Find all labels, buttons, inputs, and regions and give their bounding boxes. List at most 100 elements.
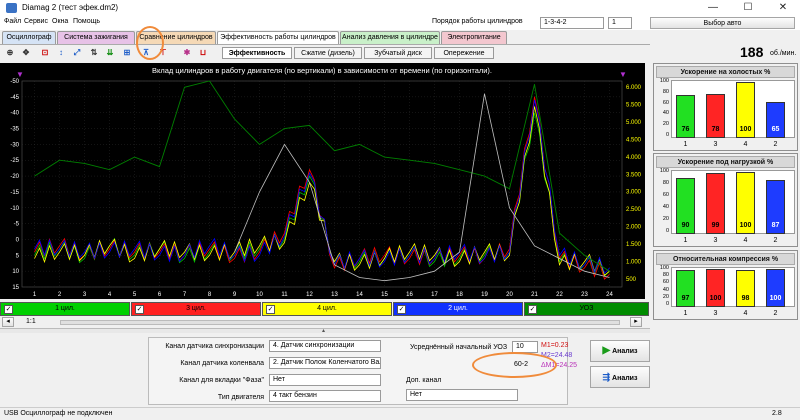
cylinder-order-spin[interactable]: 1 [608,17,632,29]
legend-item-5[interactable]: ✓ УОЗ [524,302,649,316]
extra-channel-label: Доп. канал [406,377,442,384]
subtab-gear-disc[interactable]: Зубчатый диск [364,47,432,59]
zoom-y-icon[interactable]: ↕ [54,46,68,59]
mark-icon[interactable]: ⊞ [120,46,134,59]
bar-value: 65 [771,126,780,133]
subtab-efficiency[interactable]: Эффективность [222,47,292,59]
scroll-right-arrow-icon[interactable]: ▸ [630,317,642,327]
y2-tick-label: 4.500 [626,137,642,143]
bar-cylinder-2: 65 [766,102,785,138]
menu-service[interactable]: Сервис [24,18,48,25]
bar-label: 4 [743,141,748,148]
crank-channel-select[interactable]: 2. Датчик Полож Коленчатого Вал [269,357,381,369]
x-tick-label: 2 [58,292,62,298]
highlight-oval-wheel [472,352,557,378]
chart-icon[interactable]: ⊔ [196,46,210,59]
bar-value: 97 [681,295,690,302]
x-tick-label: 15 [381,292,388,298]
bar-y-tick: 60 [662,192,669,198]
legend-checkbox[interactable]: ✓ [4,305,13,314]
engine-type-select[interactable]: 4 такт бензин [269,390,381,402]
subtab-advance[interactable]: Опережение [434,47,494,59]
bar-label: 1 [683,237,688,244]
extra-channel-select[interactable]: Нет [406,389,518,401]
tab-ignition[interactable]: Система зажигания [57,31,135,44]
tab-oscilloscope[interactable]: Осциллограф [2,31,56,44]
bar-label: 3 [713,141,718,148]
bar-value: 100 [739,222,752,229]
legend-item-3[interactable]: ✓ 4 цил. [262,302,392,316]
legend-checkbox[interactable]: ✓ [266,305,275,314]
y2-tick-label: 3.000 [626,190,642,196]
legend-item-4[interactable]: ✓ 2 цил. [393,302,523,316]
select-car-button[interactable]: Выбор авто [650,17,795,29]
sync-channel-select[interactable]: 4. Датчик синхронизации [269,340,381,352]
x-tick-label: 7 [183,292,187,298]
bar-cylinder-4: 100 [736,82,755,138]
bar-y-tick: 0 [665,301,669,307]
legend-checkbox[interactable]: ✓ [135,305,144,314]
x-tick-label: 4 [108,292,112,298]
status-bar: USB Осциллограф не подключен 2.8 [0,407,800,420]
settings-icon[interactable]: ✱ [180,46,194,59]
bar-label: 2 [773,237,778,244]
scroll-left-arrow-icon[interactable]: ◂ [2,317,14,327]
bar-y-tick: 80 [662,180,669,186]
close-button[interactable]: ✕ [766,0,800,16]
phase-channel-select[interactable]: Нет [269,374,381,386]
bar-cylinder-2: 87 [766,180,785,234]
menu-windows[interactable]: Окна [52,18,68,25]
bar-y-tick: 0 [665,132,669,138]
legend-checkbox[interactable]: ✓ [528,305,537,314]
cylinder-order-select[interactable]: 1-3-4-2 [540,17,604,29]
y-tick-label: 15 [12,285,19,291]
bar-value: 100 [769,295,782,302]
engine-type-label: Тип двигателя [217,394,264,401]
x-tick-label: 6 [158,292,162,298]
bar-value: 99 [711,222,720,229]
legend-label: 3 цил. [186,305,206,312]
tab-power-supply[interactable]: Электропитание [441,31,507,44]
bar-y-tick: 80 [662,88,669,95]
fit-icon[interactable]: ⤢ [70,46,84,59]
y2-tick-label: 5.500 [626,102,642,108]
legend-item-1[interactable]: ✓ 1 цил. [0,302,130,316]
bar-panel-title: Ускорение под нагрузкой % [656,156,795,168]
legend-label: 1 цил. [55,305,75,312]
multi-analyze-icon: ⇶ [602,372,611,382]
bar-cylinder-1: 90 [676,178,695,234]
maximize-button[interactable]: ☐ [731,0,765,16]
compass-tool-icon[interactable]: ✥ [19,46,33,59]
zoom-tool-icon[interactable]: ⊡ [38,46,52,59]
rpm-value: 188 [740,44,764,60]
crank-channel-label: Канал датчика коленвала [180,360,264,367]
y-tick-label: -15 [10,190,19,196]
analyze-multi-button[interactable]: ⇶ Анализ [590,366,650,388]
bar-panel-3: Относительная компрессия % 100 80 60 40 20 0 97… [653,250,798,320]
legend-checkbox[interactable]: ✓ [397,305,406,314]
y-tick-label: -25 [10,158,19,164]
sort-icon[interactable]: ⇅ [87,46,101,59]
y-tick-label: -50 [10,79,19,85]
tab-pressure-analysis[interactable]: Анализ давления в цилиндре [340,31,440,44]
cursor-tool-icon[interactable]: ⊕ [3,46,17,59]
legend-item-2[interactable]: ✓ 3 цил. [131,302,261,316]
bar-value: 90 [681,222,690,229]
menu-help[interactable]: Помощь [73,18,100,25]
bar-panel-1: Ускорение на холостых % 100 80 60 40 20 0 76 1 78… [653,63,798,151]
minimize-button[interactable]: — [696,0,730,16]
efficiency-chart[interactable]: Вклад цилиндров в работу двигателя (по в… [0,63,645,299]
analyze-button[interactable]: ▶ Анализ [590,340,650,362]
horizontal-scrollbar[interactable] [60,320,620,325]
bar-label: 1 [683,310,688,317]
bar-label: 2 [773,310,778,317]
window-title: Diamag 2 (тест эфек.dm2) [22,3,119,12]
menu-file[interactable]: Файл [4,18,21,25]
legend-label: УОЗ [579,305,594,312]
splitter-arrow-icon[interactable]: ▴ [322,327,325,334]
subtab-compression-diesel[interactable]: Сжатие (дизель) [294,47,362,59]
tab-cylinder-efficiency[interactable]: Эффективность работы цилиндров [217,31,339,45]
y2-tick-label: 4.000 [626,155,642,161]
align-icon[interactable]: ⇊ [103,46,117,59]
m1-value: M1=0.23 [541,342,569,349]
